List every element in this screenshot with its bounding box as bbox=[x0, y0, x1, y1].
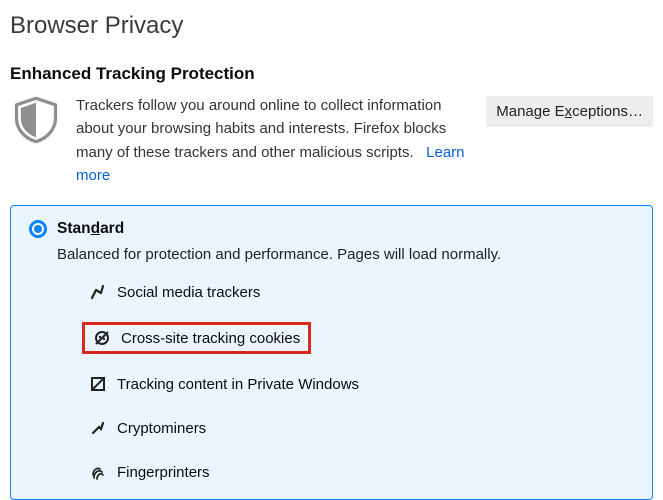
page-title: Browser Privacy bbox=[10, 12, 653, 40]
cryptominer-icon bbox=[89, 419, 107, 437]
intro-text-body: Trackers follow you around online to col… bbox=[76, 97, 446, 161]
standard-radio-row[interactable]: Standard bbox=[29, 220, 634, 238]
tracker-label: Tracking content in Private Windows bbox=[117, 376, 359, 393]
standard-label-hotkey: d bbox=[91, 220, 100, 237]
cookie-icon bbox=[93, 329, 111, 347]
section-title: Enhanced Tracking Protection bbox=[10, 64, 653, 84]
manage-exceptions-label-prefix: Manage E bbox=[496, 103, 564, 120]
manage-exceptions-hotkey: x bbox=[565, 103, 573, 120]
radio-selected-icon[interactable] bbox=[29, 220, 47, 238]
intro-row: Trackers follow you around online to col… bbox=[10, 94, 653, 187]
standard-radio-label: Standard bbox=[57, 220, 124, 238]
standard-description: Balanced for protection and performance.… bbox=[57, 246, 634, 263]
shield-icon bbox=[10, 94, 62, 150]
tracker-label: Fingerprinters bbox=[117, 464, 210, 481]
tracker-item-social: Social media trackers bbox=[85, 281, 634, 303]
standard-label-prefix: Stan bbox=[57, 220, 91, 237]
tracker-item-content: Tracking content in Private Windows bbox=[85, 373, 634, 395]
tracker-label: Social media trackers bbox=[117, 284, 260, 301]
tracker-label: Cross-site tracking cookies bbox=[121, 330, 300, 347]
fingerprint-icon bbox=[89, 463, 107, 481]
social-icon bbox=[89, 283, 107, 301]
content-icon bbox=[89, 375, 107, 393]
tracker-item-fingerprint: Fingerprinters bbox=[85, 461, 634, 483]
intro-description: Trackers follow you around online to col… bbox=[76, 94, 472, 187]
standard-label-suffix: ard bbox=[100, 220, 124, 237]
tracker-list: Social media trackers Cross-site trackin… bbox=[85, 281, 634, 483]
tracker-item-cookies: Cross-site tracking cookies bbox=[85, 325, 308, 351]
manage-exceptions-label-suffix: ceptions… bbox=[572, 103, 643, 120]
tracker-item-crypto: Cryptominers bbox=[85, 417, 634, 439]
tracker-label: Cryptominers bbox=[117, 420, 206, 437]
manage-exceptions-button[interactable]: Manage Exceptions… bbox=[486, 96, 653, 127]
standard-option-card[interactable]: Standard Balanced for protection and per… bbox=[10, 205, 653, 500]
